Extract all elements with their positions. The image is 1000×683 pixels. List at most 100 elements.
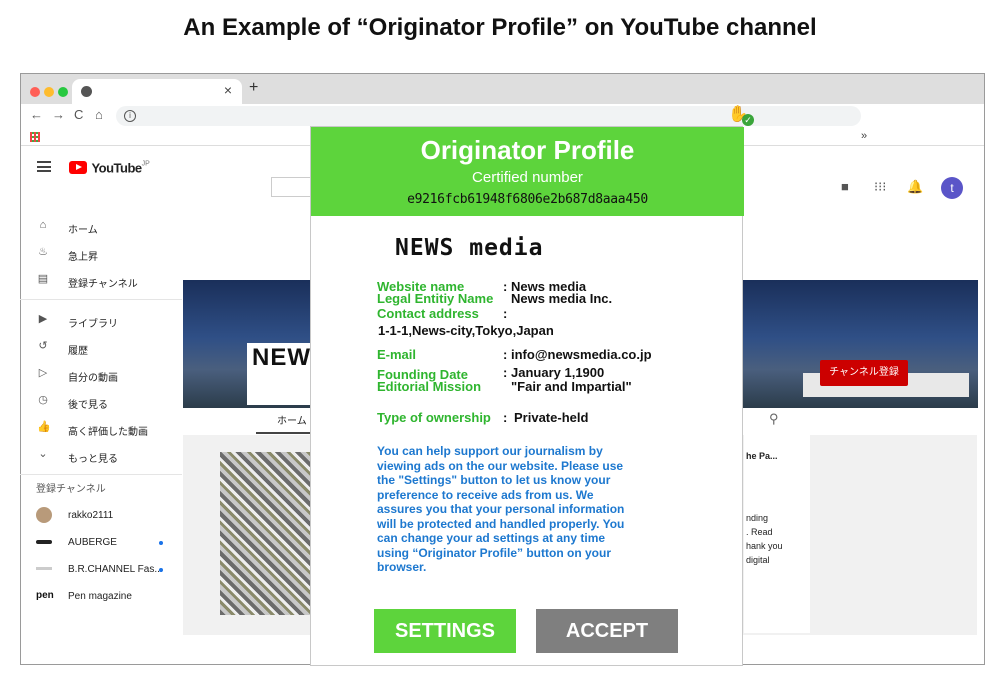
- sidebar-item-history[interactable]: ↺ 履歴: [20, 335, 182, 362]
- sidebar-item-label: 履歴: [68, 346, 88, 357]
- forward-icon[interactable]: →: [52, 107, 65, 122]
- info-icon[interactable]: i: [124, 110, 136, 122]
- sidebar-item-label: rakko2111: [68, 510, 114, 521]
- editorial-mission-label: Editorial Mission: [377, 379, 482, 394]
- ownership-type-label: Type of ownership: [377, 410, 491, 425]
- region-code: JP: [141, 160, 150, 168]
- sidebar-item-label: 高く評価した動画: [68, 427, 148, 438]
- op-title: Originator Profile: [420, 135, 635, 165]
- colon: :: [503, 306, 508, 321]
- sidebar-item-subscriptions[interactable]: ▤ 登録チャンネル: [20, 268, 182, 295]
- sidebar-item-label: AUBERGE: [68, 537, 117, 548]
- video-description-line: nding: [746, 513, 769, 523]
- subscribe-button[interactable]: チャンネル登録: [820, 360, 908, 386]
- create-video-icon[interactable]: ■: [841, 179, 849, 194]
- play-icon: [69, 161, 87, 175]
- chevron-down-icon: ⌄: [38, 448, 48, 460]
- ad-consent-message: You can help support our journalism by v…: [377, 444, 625, 574]
- sidebar-item-show-more[interactable]: ⌄ もっと見る: [20, 443, 182, 470]
- sidebar-item-label: 急上昇: [68, 252, 98, 263]
- divider: [20, 299, 182, 300]
- op-header: Originator Profile Certified number e921…: [311, 127, 744, 216]
- sidebar-primary-list: ⌂ ホーム ♨ 急上昇 ▤ 登録チャンネル: [20, 214, 182, 295]
- certified-number: e9216fcb61948f6806e2b687d8aaa450: [407, 192, 648, 207]
- organization-name: NEWS media: [395, 235, 544, 261]
- figure-title: An Example of “Originator Profile” on Yo…: [183, 14, 817, 41]
- sidebar-item-library[interactable]: ▶ ライブラリ: [20, 308, 182, 335]
- search-input[interactable]: [271, 177, 311, 197]
- contact-address-label: Contact address: [377, 306, 479, 321]
- accept-button[interactable]: ACCEPT: [536, 609, 678, 653]
- search-icon[interactable]: ⚲: [769, 411, 779, 427]
- maximize-window-button[interactable]: [58, 87, 68, 97]
- sidebar-item-label: Pen magazine: [68, 591, 132, 602]
- notifications-icon[interactable]: 🔔: [907, 179, 923, 195]
- tab-home[interactable]: ホーム: [277, 412, 307, 427]
- legal-entity-name-value: News media Inc.: [511, 291, 613, 306]
- apps-icon[interactable]: [30, 132, 40, 142]
- new-tab-button[interactable]: +: [249, 79, 258, 97]
- close-icon[interactable]: ×: [224, 82, 232, 98]
- sidebar-item-watch-later[interactable]: ◷ 後で見る: [20, 389, 182, 416]
- close-window-button[interactable]: [30, 87, 40, 97]
- sidebar-item-label: B.R.CHANNEL Fas...: [68, 564, 163, 575]
- channel-avatar: [36, 540, 52, 544]
- video-description-line: . Read: [746, 527, 773, 537]
- sidebar-item-subscription[interactable]: B.R.CHANNEL Fas...: [20, 557, 182, 584]
- youtube-logo[interactable]: YouTubeJP: [69, 159, 150, 175]
- subscriptions-list: rakko2111 AUBERGE B.R.CHANNEL Fas... pen…: [20, 503, 182, 611]
- video-description-line: hank you: [746, 541, 783, 551]
- more-bookmarks-icon[interactable]: »: [861, 130, 867, 142]
- tab-bar: × +: [21, 74, 984, 104]
- settings-button[interactable]: SETTINGS: [374, 609, 516, 653]
- sidebar-item-liked-videos[interactable]: 👍 高く評価した動画: [20, 416, 182, 443]
- sidebar-item-trending[interactable]: ♨ 急上昇: [20, 241, 182, 268]
- video-title: he Pa...: [746, 451, 778, 461]
- sidebar-item-subscription[interactable]: pen Pen magazine: [20, 584, 182, 611]
- video-description-line: digital: [746, 555, 770, 565]
- channel-avatar: [36, 507, 52, 523]
- sidebar-item-subscription[interactable]: rakko2111: [20, 503, 182, 530]
- sidebar-item-label: 登録チャンネル: [68, 279, 138, 290]
- minimize-window-button[interactable]: [44, 87, 54, 97]
- colon: :: [503, 365, 508, 380]
- sidebar-item-home[interactable]: ⌂ ホーム: [20, 214, 182, 241]
- trending-icon: ♨: [38, 246, 48, 258]
- originator-profile-button[interactable]: ✋ ✓: [728, 104, 754, 126]
- legal-entity-name-label: Legal Entitiy Name: [377, 291, 494, 306]
- sidebar-item-subscription[interactable]: AUBERGE: [20, 530, 182, 557]
- subscriptions-icon: ▤: [37, 273, 49, 285]
- sidebar-item-your-videos[interactable]: ▷ 自分の動画: [20, 362, 182, 389]
- reload-icon[interactable]: C: [74, 107, 83, 122]
- new-content-dot: [159, 568, 163, 572]
- home-icon: ⌂: [39, 219, 47, 231]
- back-icon[interactable]: ←: [30, 107, 43, 122]
- ownership-type-value: Private-held: [514, 410, 589, 425]
- new-content-dot: [159, 541, 163, 545]
- sidebar-item-label: 自分の動画: [68, 373, 118, 384]
- contact-address-value: 1-1-1,News-city,Tokyo,Japan: [378, 323, 554, 338]
- library-icon: ▶: [38, 313, 48, 325]
- window-controls: [30, 84, 72, 102]
- video-thumbnail[interactable]: [220, 452, 312, 615]
- colon: :: [503, 279, 508, 294]
- originator-profile-panel: Originator Profile Certified number e921…: [310, 126, 744, 666]
- certified-number-label: Certified number: [472, 169, 583, 186]
- sidebar-library-list: ▶ ライブラリ ↺ 履歴 ▷ 自分の動画 ◷ 後で見る 👍 高く評価した動画 ⌄ もっと見る: [20, 308, 182, 470]
- sidebar-item-label: ホーム: [68, 225, 98, 236]
- browser-tab[interactable]: ×: [72, 79, 242, 104]
- tab-home-underline: [256, 432, 312, 434]
- channel-avatar: pen: [36, 590, 54, 601]
- avatar[interactable]: t: [941, 177, 963, 199]
- liked-videos-icon: 👍: [37, 421, 51, 433]
- globe-icon: [81, 86, 92, 97]
- watch-later-icon: ◷: [38, 394, 48, 406]
- colon: :: [503, 410, 508, 425]
- sidebar-item-label: もっと見る: [68, 454, 118, 465]
- menu-icon[interactable]: [37, 161, 51, 172]
- home-icon[interactable]: ⌂: [95, 107, 103, 122]
- channel-avatar: [36, 567, 52, 570]
- youtube-sidebar: ⌂ ホーム ♨ 急上昇 ▤ 登録チャンネル ▶ ライブラリ ↺ 履歴 ▷ 自分の動画 ◷ 後で…: [20, 214, 182, 611]
- email-label: E-mail: [377, 347, 417, 362]
- apps-grid-icon[interactable]: ⁝⁝⁝: [874, 179, 886, 195]
